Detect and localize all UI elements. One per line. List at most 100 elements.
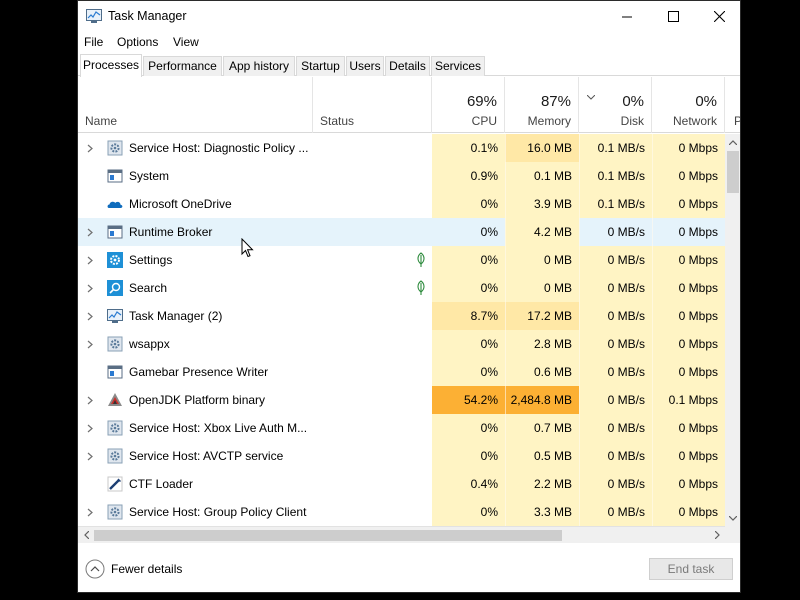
memory-value: 0.6 MB xyxy=(505,358,579,386)
tab-startup[interactable]: Startup xyxy=(296,56,345,76)
scroll-left-button[interactable] xyxy=(78,527,94,543)
search-icon xyxy=(107,280,123,296)
memory-value: 0.7 MB xyxy=(505,414,579,442)
column-header-name[interactable]: Name xyxy=(78,77,313,133)
maximize-button[interactable] xyxy=(650,1,696,32)
tab-app-history[interactable]: App history xyxy=(223,56,295,76)
column-divider xyxy=(652,134,653,526)
menu-options[interactable]: Options xyxy=(117,35,158,49)
close-icon xyxy=(713,11,725,22)
expand-chevron-icon[interactable] xyxy=(87,424,93,433)
minimize-button[interactable] xyxy=(604,1,650,32)
disk-value: 0.1 MB/s xyxy=(579,162,652,190)
disk-value: 0 MB/s xyxy=(579,470,652,498)
chevron-right-icon xyxy=(714,531,720,539)
vertical-scrollbar[interactable] xyxy=(725,134,740,526)
cloud-icon xyxy=(107,201,123,208)
column-header-power[interactable]: P xyxy=(725,77,740,133)
horizontal-scrollbar[interactable] xyxy=(78,526,725,543)
disk-value: 0.1 MB/s xyxy=(579,134,652,162)
process-row[interactable]: Runtime Broker 0% 4.2 MB 0 MB/s 0 Mbps xyxy=(78,218,725,246)
memory-value: 2.8 MB xyxy=(505,330,579,358)
memory-value: 2.2 MB xyxy=(505,470,579,498)
tab-bar: Processes Performance App history Startu… xyxy=(78,54,740,77)
menu-view[interactable]: View xyxy=(173,35,199,49)
tab-performance[interactable]: Performance xyxy=(143,56,222,76)
expand-chevron-icon[interactable] xyxy=(87,256,93,265)
fewer-details-link[interactable]: Fewer details xyxy=(111,562,182,576)
column-header-status[interactable]: Status xyxy=(313,77,432,133)
column-header-network[interactable]: 0% Network xyxy=(652,77,725,133)
cpu-total-percent: 69% xyxy=(466,93,497,110)
close-button[interactable] xyxy=(696,1,740,32)
network-total-percent: 0% xyxy=(695,93,717,110)
memory-value: 0 MB xyxy=(505,274,579,302)
column-header-memory[interactable]: 87% Memory xyxy=(505,77,579,133)
process-row[interactable]: wsappx 0% 2.8 MB 0 MB/s 0 Mbps xyxy=(78,330,725,358)
window-icon xyxy=(107,225,123,239)
column-divider xyxy=(505,134,506,526)
horizontal-scroll-thumb[interactable] xyxy=(94,530,562,541)
column-memory-label: Memory xyxy=(527,114,571,128)
gear-icon xyxy=(107,448,123,464)
process-row[interactable]: Task Manager (2) 8.7% 17.2 MB 0 MB/s 0 Mbps xyxy=(78,302,725,330)
column-header-cpu[interactable]: 69% CPU xyxy=(432,77,505,133)
pen-icon xyxy=(107,476,123,492)
expand-chevron-icon[interactable] xyxy=(87,340,93,349)
scrollbar-corner xyxy=(725,526,740,543)
memory-value: 2,484.8 MB xyxy=(505,386,579,414)
process-row[interactable]: OpenJDK Platform binary 54.2% 2,484.8 MB 0 … xyxy=(78,386,725,414)
process-list: Service Host: Diagnostic Policy ... 0.1% 1… xyxy=(78,134,725,526)
column-header-disk[interactable]: 0% Disk xyxy=(579,77,652,133)
expand-chevron-icon[interactable] xyxy=(87,452,93,461)
task-manager-window: Task Manager File Options View Processes… xyxy=(77,0,741,593)
expand-chevron-icon[interactable] xyxy=(87,144,93,153)
process-row[interactable]: Service Host: Diagnostic Policy ... 0.1% 1… xyxy=(78,134,725,162)
expand-chevron-icon[interactable] xyxy=(87,396,93,405)
title-bar[interactable]: Task Manager xyxy=(78,1,740,32)
menu-bar: File Options View xyxy=(78,32,740,52)
process-row[interactable]: Service Host: AVCTP service 0% 0.5 MB 0 MB/… xyxy=(78,442,725,470)
disk-value: 0 MB/s xyxy=(579,442,652,470)
process-name: Service Host: Xbox Live Auth M... xyxy=(129,421,308,435)
network-value: 0 Mbps xyxy=(678,225,718,239)
end-task-button[interactable]: End task xyxy=(649,558,733,580)
process-row[interactable]: Service Host: Group Policy Client 0% 3.3 M… xyxy=(78,498,725,526)
cpu-value: 0% xyxy=(480,225,498,239)
disk-value: 0 MB/s xyxy=(579,330,652,358)
process-row[interactable]: System 0.9% 0.1 MB 0.1 MB/s 0 Mbps xyxy=(78,162,725,190)
process-row[interactable]: Service Host: Xbox Live Auth M... 0% 0.7 M… xyxy=(78,414,725,442)
chevron-up-icon xyxy=(729,139,737,145)
vertical-scroll-thumb[interactable] xyxy=(727,151,739,193)
menu-file[interactable]: File xyxy=(84,35,103,49)
network-value: 0 Mbps xyxy=(652,274,725,302)
tab-services[interactable]: Services xyxy=(431,56,485,76)
tab-details[interactable]: Details xyxy=(385,56,430,76)
window-icon xyxy=(107,365,123,379)
gear-icon xyxy=(107,140,123,156)
scroll-right-button[interactable] xyxy=(709,527,725,543)
disk-value: 0 MB/s xyxy=(579,414,652,442)
memory-value: 0 MB xyxy=(505,246,579,274)
expand-chevron-icon[interactable] xyxy=(87,284,93,293)
cpu-value: 8.7% xyxy=(432,302,505,330)
process-row[interactable]: CTF Loader 0.4% 2.2 MB 0 MB/s 0 Mbps xyxy=(78,470,725,498)
tab-users[interactable]: Users xyxy=(346,56,384,76)
disk-value: 0 MB/s xyxy=(579,358,652,386)
process-row[interactable]: Search 0% 0 MB 0 MB/s 0 Mbps xyxy=(78,274,725,302)
network-value: 0 Mbps xyxy=(652,162,725,190)
expand-chevron-icon[interactable] xyxy=(87,312,93,321)
process-name: Task Manager (2) xyxy=(129,309,223,323)
scroll-up-button[interactable] xyxy=(725,134,740,150)
fewer-details-chevron-icon[interactable] xyxy=(85,559,105,579)
process-row[interactable]: Microsoft OneDrive 0% 3.9 MB 0.1 MB/s 0 Mbps xyxy=(78,190,725,218)
expand-chevron-icon[interactable] xyxy=(87,508,93,517)
process-row[interactable]: Gamebar Presence Writer 0% 0.6 MB 0 MB/s 0 M… xyxy=(78,358,725,386)
task-manager-icon xyxy=(107,309,123,323)
expand-chevron-icon[interactable] xyxy=(87,228,93,237)
java-icon xyxy=(108,393,122,406)
scroll-down-button[interactable] xyxy=(725,510,740,526)
process-row[interactable]: Settings 0% 0 MB 0 MB/s 0 Mbps xyxy=(78,246,725,274)
network-value: 0 Mbps xyxy=(652,330,725,358)
tab-processes[interactable]: Processes xyxy=(80,54,142,77)
